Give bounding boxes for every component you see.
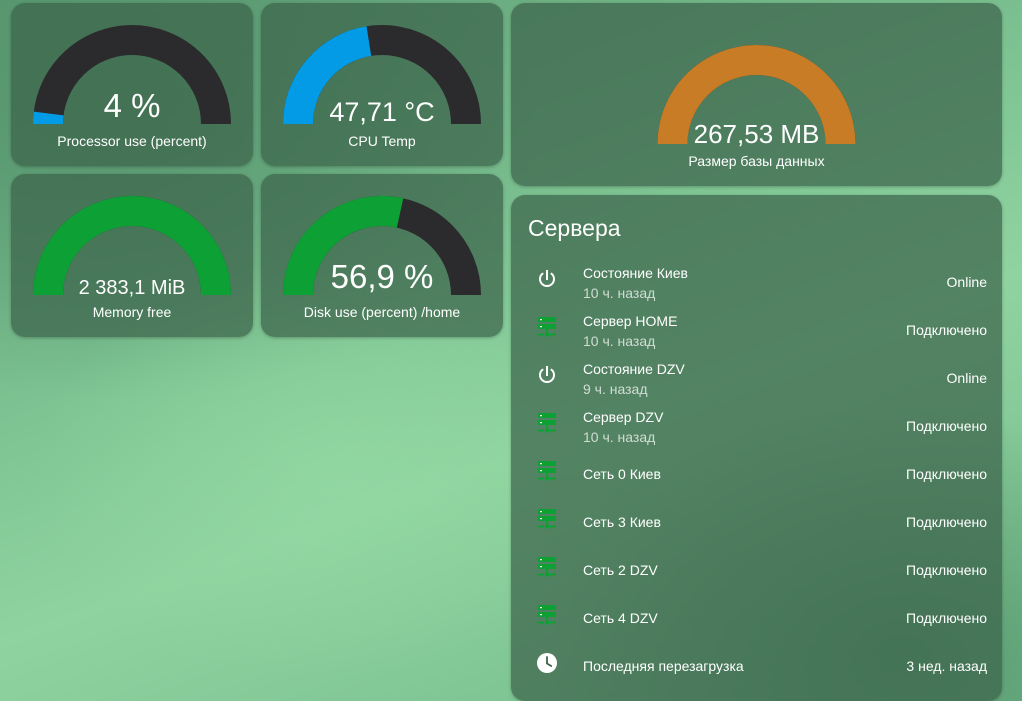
entity-name: Состояние DZV (583, 361, 685, 377)
cpu-temp-gauge-card[interactable]: 47,71 °C CPU Temp (261, 3, 503, 166)
entity-row[interactable]: Сервер DZV 10 ч. назад Подключено (511, 402, 1002, 450)
clock-icon (535, 651, 559, 675)
entity-name: Сеть 0 Киев (583, 466, 661, 482)
card-title: Сервера (528, 215, 621, 241)
db-size-gauge-card[interactable]: 267,53 MB Размер базы данных (511, 3, 1002, 186)
server-icon (535, 603, 559, 627)
processor-gauge-card[interactable]: 4 % Processor use (percent) (11, 3, 253, 166)
entity-last-changed: 10 ч. назад (583, 429, 656, 445)
entity-name: Сеть 3 Киев (583, 514, 661, 530)
gauge-name: CPU Temp (348, 133, 416, 149)
entity-name: Сервер DZV (583, 409, 664, 425)
entity-state: Подключено (906, 418, 987, 434)
server-icon (535, 555, 559, 579)
server-icon (535, 507, 559, 531)
server-icon (535, 459, 559, 483)
entity-state: 3 нед. назад (906, 658, 987, 674)
memory-gauge-card[interactable]: 2 383,1 MiB Memory free (11, 174, 253, 337)
entity-row[interactable]: Состояние Киев 10 ч. назад Online (511, 258, 1002, 306)
entity-row[interactable]: Состояние DZV 9 ч. назад Online (511, 354, 1002, 402)
entity-row[interactable]: Сеть 0 Киев Подключено (511, 450, 1002, 498)
entity-last-changed: 10 ч. назад (583, 333, 656, 349)
entity-name: Сервер HOME (583, 313, 678, 329)
gauge-value: 4 % (103, 87, 161, 124)
gauge-value: 2 383,1 MiB (78, 277, 186, 299)
gauge-name: Disk use (percent) /home (303, 304, 461, 320)
entity-state: Подключено (906, 514, 987, 530)
entity-state: Online (946, 274, 987, 290)
server-icon (535, 411, 559, 435)
gauge-value: 267,53 MB (693, 119, 820, 149)
server-icon (535, 315, 559, 339)
entity-row[interactable]: Сервер HOME 10 ч. назад Подключено (511, 306, 1002, 354)
entity-state: Подключено (906, 562, 987, 578)
gauge-value: 47,71 °C (329, 97, 435, 127)
gauge-name: Размер базы данных (688, 153, 825, 169)
entity-name: Последняя перезагрузка (583, 658, 744, 674)
entity-row[interactable]: Последняя перезагрузка 3 нед. назад (511, 642, 1002, 690)
entity-row[interactable]: Сеть 2 DZV Подключено (511, 546, 1002, 594)
entity-last-changed: 9 ч. назад (583, 381, 648, 397)
entity-state: Online (946, 370, 987, 386)
entity-state: Подключено (906, 610, 987, 626)
entity-name: Сеть 2 DZV (583, 562, 658, 578)
entity-last-changed: 10 ч. назад (583, 285, 656, 301)
power-icon (535, 267, 559, 291)
entity-row[interactable]: Сеть 4 DZV Подключено (511, 594, 1002, 642)
gauge-name: Processor use (percent) (57, 133, 207, 149)
entity-name: Состояние Киев (583, 265, 688, 281)
gauge-name: Memory free (92, 304, 172, 320)
entity-state: Подключено (906, 322, 987, 338)
disk-gauge-card[interactable]: 56,9 % Disk use (percent) /home (261, 174, 503, 337)
entity-name: Сеть 4 DZV (583, 610, 658, 626)
servers-card: Сервера Состояние Киев 10 ч. назад Online С… (511, 195, 1002, 701)
power-icon (535, 363, 559, 387)
entity-row[interactable]: Сеть 3 Киев Подключено (511, 498, 1002, 546)
gauge-value: 56,9 % (330, 258, 434, 295)
entity-state: Подключено (906, 466, 987, 482)
